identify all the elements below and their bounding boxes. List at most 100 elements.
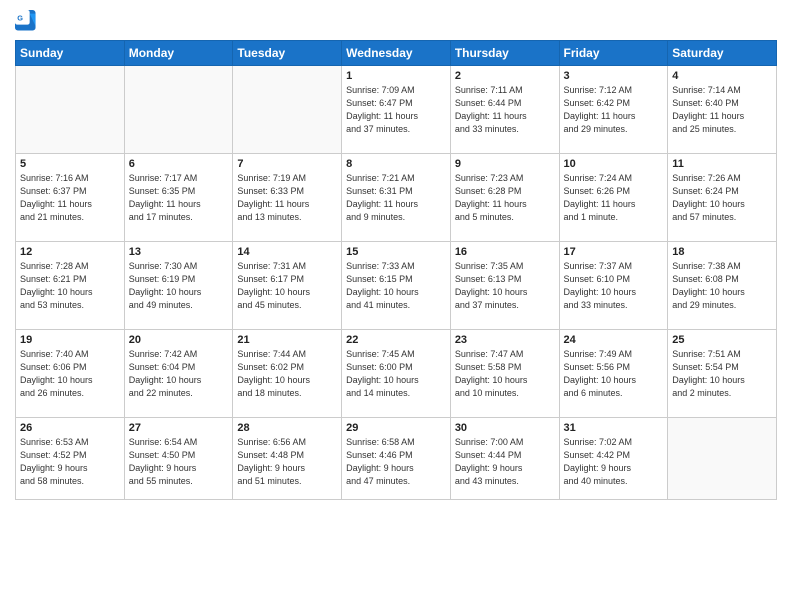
day-info: Sunrise: 7:30 AM Sunset: 6:19 PM Dayligh…: [129, 260, 229, 312]
calendar-cell: [668, 418, 777, 500]
day-info: Sunrise: 7:33 AM Sunset: 6:15 PM Dayligh…: [346, 260, 446, 312]
day-info: Sunrise: 7:14 AM Sunset: 6:40 PM Dayligh…: [672, 84, 772, 136]
day-number: 12: [20, 246, 120, 258]
day-info: Sunrise: 6:54 AM Sunset: 4:50 PM Dayligh…: [129, 436, 229, 488]
day-number: 18: [672, 246, 772, 258]
calendar-cell: 4 Sunrise: 7:14 AM Sunset: 6:40 PM Daylig…: [668, 66, 777, 154]
calendar-cell: 20Sunrise: 7:42 AM Sunset: 6:04 PM Dayli…: [124, 330, 233, 418]
calendar-cell: 16Sunrise: 7:35 AM Sunset: 6:13 PM Dayli…: [450, 242, 559, 330]
day-info: Sunrise: 7:21 AM Sunset: 6:31 PM Dayligh…: [346, 172, 446, 224]
day-number: 7: [237, 158, 337, 170]
calendar-page: G SundayMondayTuesdayWednesdayThursdayFr…: [0, 0, 792, 612]
calendar-cell: 25 Sunrise: 7:51 AM Sunset: 5:54 PM Dayli…: [668, 330, 777, 418]
header: G: [15, 10, 777, 32]
calendar-cell: 5Sunrise: 7:16 AM Sunset: 6:37 PM Daylig…: [16, 154, 125, 242]
day-info: Sunrise: 7:12 AM Sunset: 6:42 PM Dayligh…: [564, 84, 664, 136]
day-info: Sunrise: 7:00 AM Sunset: 4:44 PM Dayligh…: [455, 436, 555, 488]
calendar-cell: 30 Sunrise: 7:00 AM Sunset: 4:44 PM Dayli…: [450, 418, 559, 500]
calendar-cell: 1 Sunrise: 7:09 AM Sunset: 6:47 PM Daylig…: [342, 66, 451, 154]
calendar-cell: [233, 66, 342, 154]
calendar-cell: 18 Sunrise: 7:38 AM Sunset: 6:08 PM Dayli…: [668, 242, 777, 330]
day-number: 2: [455, 70, 555, 82]
calendar-cell: [124, 66, 233, 154]
calendar-cell: 27Sunrise: 6:54 AM Sunset: 4:50 PM Dayli…: [124, 418, 233, 500]
weekday-header: Monday: [124, 41, 233, 66]
calendar-cell: 9 Sunrise: 7:23 AM Sunset: 6:28 PM Daylig…: [450, 154, 559, 242]
day-info: Sunrise: 6:56 AM Sunset: 4:48 PM Dayligh…: [237, 436, 337, 488]
day-info: Sunrise: 7:09 AM Sunset: 6:47 PM Dayligh…: [346, 84, 446, 136]
calendar-cell: 11 Sunrise: 7:26 AM Sunset: 6:24 PM Dayli…: [668, 154, 777, 242]
calendar-week-row: 12 Sunrise: 7:28 AM Sunset: 6:21 PM Dayli…: [16, 242, 777, 330]
day-number: 21: [237, 334, 337, 346]
day-number: 4: [672, 70, 772, 82]
calendar-table: SundayMondayTuesdayWednesdayThursdayFrid…: [15, 40, 777, 500]
calendar-cell: 24 Sunrise: 7:49 AM Sunset: 5:56 PM Dayli…: [559, 330, 668, 418]
day-info: Sunrise: 7:38 AM Sunset: 6:08 PM Dayligh…: [672, 260, 772, 312]
svg-text:G: G: [17, 13, 23, 22]
weekday-header-row: SundayMondayTuesdayWednesdayThursdayFrid…: [16, 41, 777, 66]
day-number: 1: [346, 70, 446, 82]
day-info: Sunrise: 7:28 AM Sunset: 6:21 PM Dayligh…: [20, 260, 120, 312]
day-number: 11: [672, 158, 772, 170]
day-number: 13: [129, 246, 229, 258]
calendar-cell: 21 Sunrise: 7:44 AM Sunset: 6:02 PM Dayli…: [233, 330, 342, 418]
day-number: 25: [672, 334, 772, 346]
weekday-header: Sunday: [16, 41, 125, 66]
day-info: Sunrise: 7:49 AM Sunset: 5:56 PM Dayligh…: [564, 348, 664, 400]
weekday-header: Saturday: [668, 41, 777, 66]
calendar-week-row: 19 Sunrise: 7:40 AM Sunset: 6:06 PM Dayli…: [16, 330, 777, 418]
calendar-cell: 13 Sunrise: 7:30 AM Sunset: 6:19 PM Dayli…: [124, 242, 233, 330]
day-info: Sunrise: 7:02 AM Sunset: 4:42 PM Dayligh…: [564, 436, 664, 488]
day-number: 6: [129, 158, 229, 170]
day-info: Sunrise: 7:11 AM Sunset: 6:44 PM Dayligh…: [455, 84, 555, 136]
day-info: Sunrise: 7:26 AM Sunset: 6:24 PM Dayligh…: [672, 172, 772, 224]
day-number: 19: [20, 334, 120, 346]
day-number: 17: [564, 246, 664, 258]
day-number: 14: [237, 246, 337, 258]
weekday-header: Thursday: [450, 41, 559, 66]
day-info: Sunrise: 7:44 AM Sunset: 6:02 PM Dayligh…: [237, 348, 337, 400]
calendar-cell: 23 Sunrise: 7:47 AM Sunset: 5:58 PM Dayli…: [450, 330, 559, 418]
day-info: Sunrise: 7:40 AM Sunset: 6:06 PM Dayligh…: [20, 348, 120, 400]
day-info: Sunrise: 7:35 AM Sunset: 6:13 PM Dayligh…: [455, 260, 555, 312]
calendar-cell: 6 Sunrise: 7:17 AM Sunset: 6:35 PM Daylig…: [124, 154, 233, 242]
day-info: Sunrise: 7:19 AM Sunset: 6:33 PM Dayligh…: [237, 172, 337, 224]
day-info: Sunrise: 7:31 AM Sunset: 6:17 PM Dayligh…: [237, 260, 337, 312]
calendar-cell: 10Sunrise: 7:24 AM Sunset: 6:26 PM Dayli…: [559, 154, 668, 242]
day-number: 30: [455, 422, 555, 434]
day-number: 9: [455, 158, 555, 170]
day-number: 22: [346, 334, 446, 346]
day-info: Sunrise: 7:42 AM Sunset: 6:04 PM Dayligh…: [129, 348, 229, 400]
day-info: Sunrise: 7:47 AM Sunset: 5:58 PM Dayligh…: [455, 348, 555, 400]
day-number: 26: [20, 422, 120, 434]
day-info: Sunrise: 6:53 AM Sunset: 4:52 PM Dayligh…: [20, 436, 120, 488]
day-number: 24: [564, 334, 664, 346]
day-number: 23: [455, 334, 555, 346]
logo: G: [15, 10, 42, 32]
weekday-header: Wednesday: [342, 41, 451, 66]
day-info: Sunrise: 7:45 AM Sunset: 6:00 PM Dayligh…: [346, 348, 446, 400]
day-number: 15: [346, 246, 446, 258]
weekday-header: Friday: [559, 41, 668, 66]
day-info: Sunrise: 7:51 AM Sunset: 5:54 PM Dayligh…: [672, 348, 772, 400]
calendar-cell: 8 Sunrise: 7:21 AM Sunset: 6:31 PM Daylig…: [342, 154, 451, 242]
day-info: Sunrise: 7:17 AM Sunset: 6:35 PM Dayligh…: [129, 172, 229, 224]
day-number: 31: [564, 422, 664, 434]
day-number: 3: [564, 70, 664, 82]
calendar-cell: 2 Sunrise: 7:11 AM Sunset: 6:44 PM Daylig…: [450, 66, 559, 154]
calendar-week-row: 1 Sunrise: 7:09 AM Sunset: 6:47 PM Daylig…: [16, 66, 777, 154]
weekday-header: Tuesday: [233, 41, 342, 66]
calendar-cell: 7 Sunrise: 7:19 AM Sunset: 6:33 PM Daylig…: [233, 154, 342, 242]
day-info: Sunrise: 7:16 AM Sunset: 6:37 PM Dayligh…: [20, 172, 120, 224]
day-info: Sunrise: 7:37 AM Sunset: 6:10 PM Dayligh…: [564, 260, 664, 312]
calendar-cell: 12 Sunrise: 7:28 AM Sunset: 6:21 PM Dayli…: [16, 242, 125, 330]
day-info: Sunrise: 7:23 AM Sunset: 6:28 PM Dayligh…: [455, 172, 555, 224]
day-number: 8: [346, 158, 446, 170]
calendar-cell: 31 Sunrise: 7:02 AM Sunset: 4:42 PM Dayli…: [559, 418, 668, 500]
calendar-week-row: 26 Sunrise: 6:53 AM Sunset: 4:52 PM Dayli…: [16, 418, 777, 500]
calendar-cell: 15 Sunrise: 7:33 AM Sunset: 6:15 PM Dayli…: [342, 242, 451, 330]
day-number: 29: [346, 422, 446, 434]
calendar-cell: 28 Sunrise: 6:56 AM Sunset: 4:48 PM Dayli…: [233, 418, 342, 500]
calendar-cell: 17 Sunrise: 7:37 AM Sunset: 6:10 PM Dayli…: [559, 242, 668, 330]
day-number: 28: [237, 422, 337, 434]
